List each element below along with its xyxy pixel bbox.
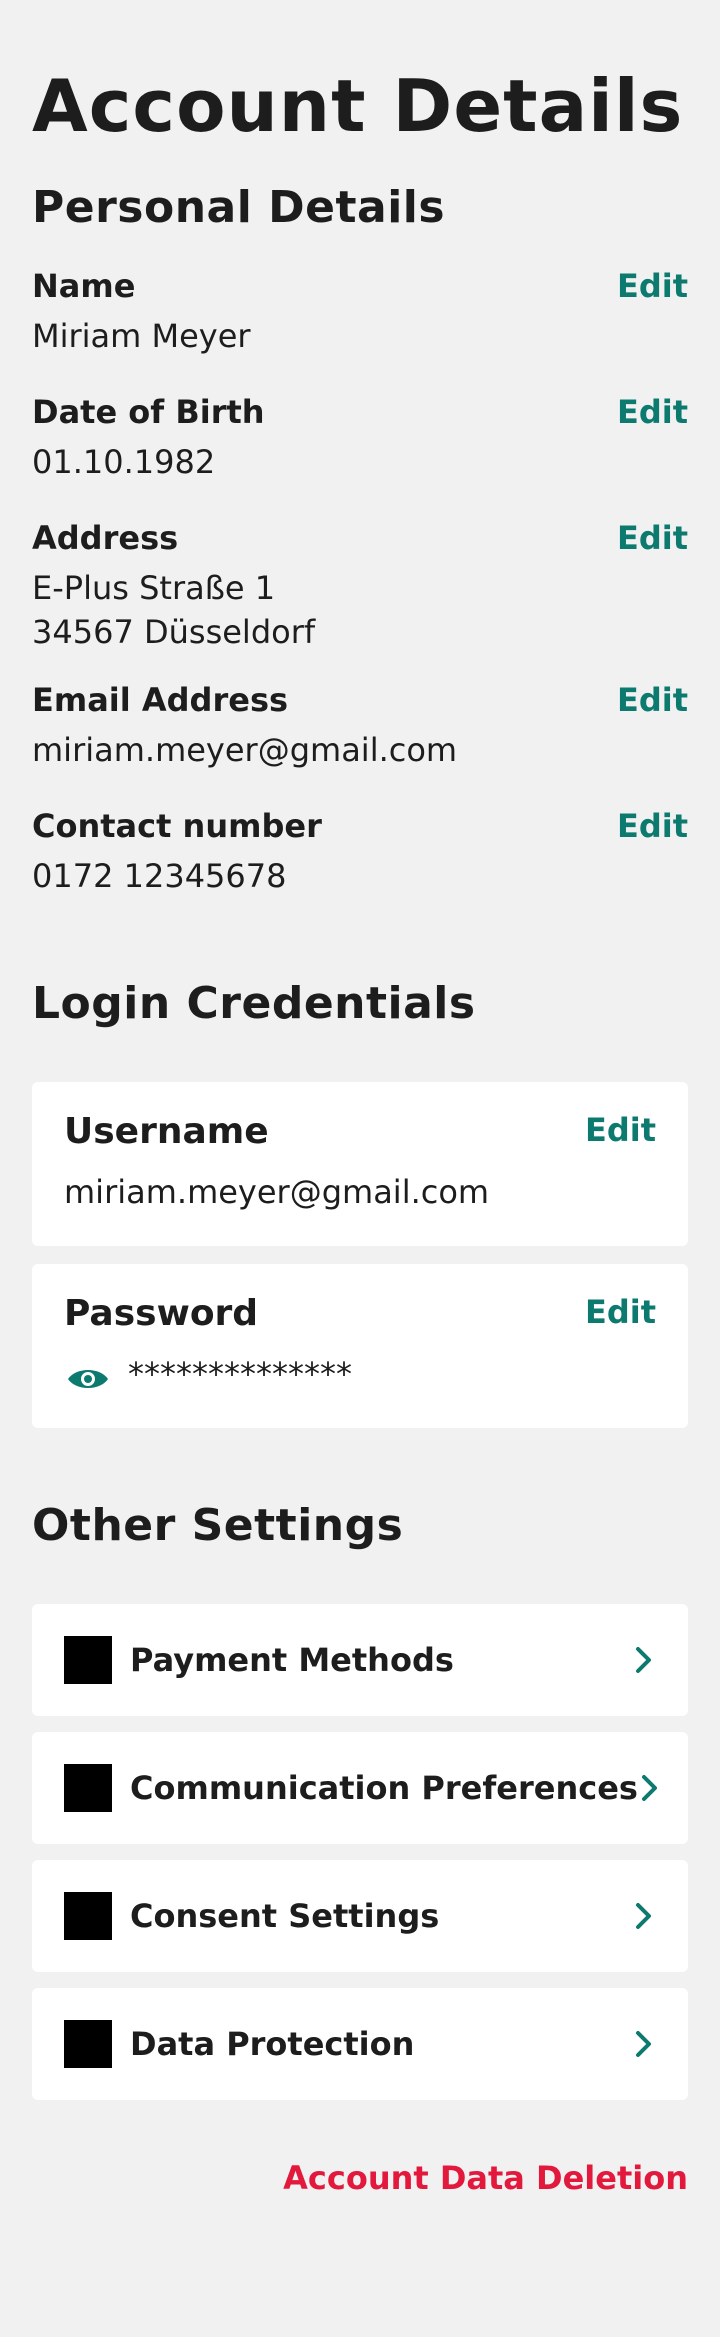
login-credentials-section: Login Credentials Username miriam.meyer@… <box>32 976 688 1428</box>
placeholder-square-icon <box>64 2020 112 2068</box>
personal-details-section: Personal Details Name Miriam Meyer Edit … <box>32 180 688 906</box>
chevron-right-icon <box>632 1644 656 1676</box>
eye-icon[interactable] <box>66 1360 110 1388</box>
setting-payment-methods[interactable]: Payment Methods <box>32 1604 688 1716</box>
setting-communication-preferences[interactable]: Communication Preferences <box>32 1732 688 1844</box>
password-row: ************** <box>64 1352 656 1396</box>
edit-name-link[interactable]: Edit <box>617 266 688 306</box>
account-details-page: Account Details Personal Details Name Mi… <box>0 0 720 2337</box>
detail-value: miriam.meyer@gmail.com <box>32 731 458 769</box>
username-label: Username <box>64 1111 269 1152</box>
chevron-right-icon <box>632 2028 656 2060</box>
detail-address: Address E-Plus Straße 1 34567 Düsseldorf… <box>32 518 688 654</box>
other-settings-title: Other Settings <box>32 1500 404 1551</box>
chevron-right-icon <box>632 1900 656 1932</box>
detail-email-address: Email Address miriam.meyer@gmail.com Edi… <box>32 680 688 780</box>
detail-date-of-birth: Date of Birth 01.10.1982 Edit <box>32 392 688 492</box>
edit-date-of-birth-link[interactable]: Edit <box>617 392 688 432</box>
edit-contact-number-link[interactable]: Edit <box>617 806 688 846</box>
detail-label: Date of Birth <box>32 393 265 431</box>
setting-label: Consent Settings <box>130 1897 440 1935</box>
edit-email-link[interactable]: Edit <box>617 680 688 720</box>
detail-value: 0172 12345678 <box>32 857 287 895</box>
detail-label: Contact number <box>32 807 322 845</box>
detail-label: Email Address <box>32 681 289 719</box>
edit-password-link[interactable]: Edit <box>585 1292 656 1332</box>
setting-data-protection[interactable]: Data Protection <box>32 1988 688 2100</box>
setting-label: Data Protection <box>130 2025 415 2063</box>
detail-value: E-Plus Straße 1 34567 Düsseldorf <box>32 569 316 651</box>
detail-value: 01.10.1982 <box>32 443 216 481</box>
password-label: Password <box>64 1293 259 1334</box>
other-settings-section: Other Settings Payment Methods Communica… <box>32 1498 688 2100</box>
username-card: Username miriam.meyer@gmail.com Edit <box>32 1082 688 1246</box>
setting-consent-settings[interactable]: Consent Settings <box>32 1860 688 1972</box>
detail-value: Miriam Meyer <box>32 317 251 355</box>
username-value: miriam.meyer@gmail.com <box>64 1173 490 1211</box>
edit-username-link[interactable]: Edit <box>585 1110 656 1150</box>
placeholder-square-icon <box>64 1764 112 1812</box>
password-card: Password ************** Edit <box>32 1264 688 1428</box>
account-data-deletion-link[interactable]: Account Data Deletion <box>32 2158 688 2198</box>
setting-label: Communication Preferences <box>130 1769 638 1807</box>
page-title: Account Details <box>32 64 684 148</box>
detail-label: Name <box>32 267 136 305</box>
setting-label: Payment Methods <box>130 1641 454 1679</box>
chevron-right-icon <box>638 1772 662 1804</box>
detail-contact-number: Contact number 0172 12345678 Edit <box>32 806 688 906</box>
login-credentials-title: Login Credentials <box>32 978 476 1029</box>
personal-details-title: Personal Details <box>32 182 446 233</box>
edit-address-link[interactable]: Edit <box>617 518 688 558</box>
placeholder-square-icon <box>64 1636 112 1684</box>
password-value: ************** <box>128 1355 352 1393</box>
placeholder-square-icon <box>64 1892 112 1940</box>
detail-name: Name Miriam Meyer Edit <box>32 266 688 366</box>
detail-label: Address <box>32 519 179 557</box>
